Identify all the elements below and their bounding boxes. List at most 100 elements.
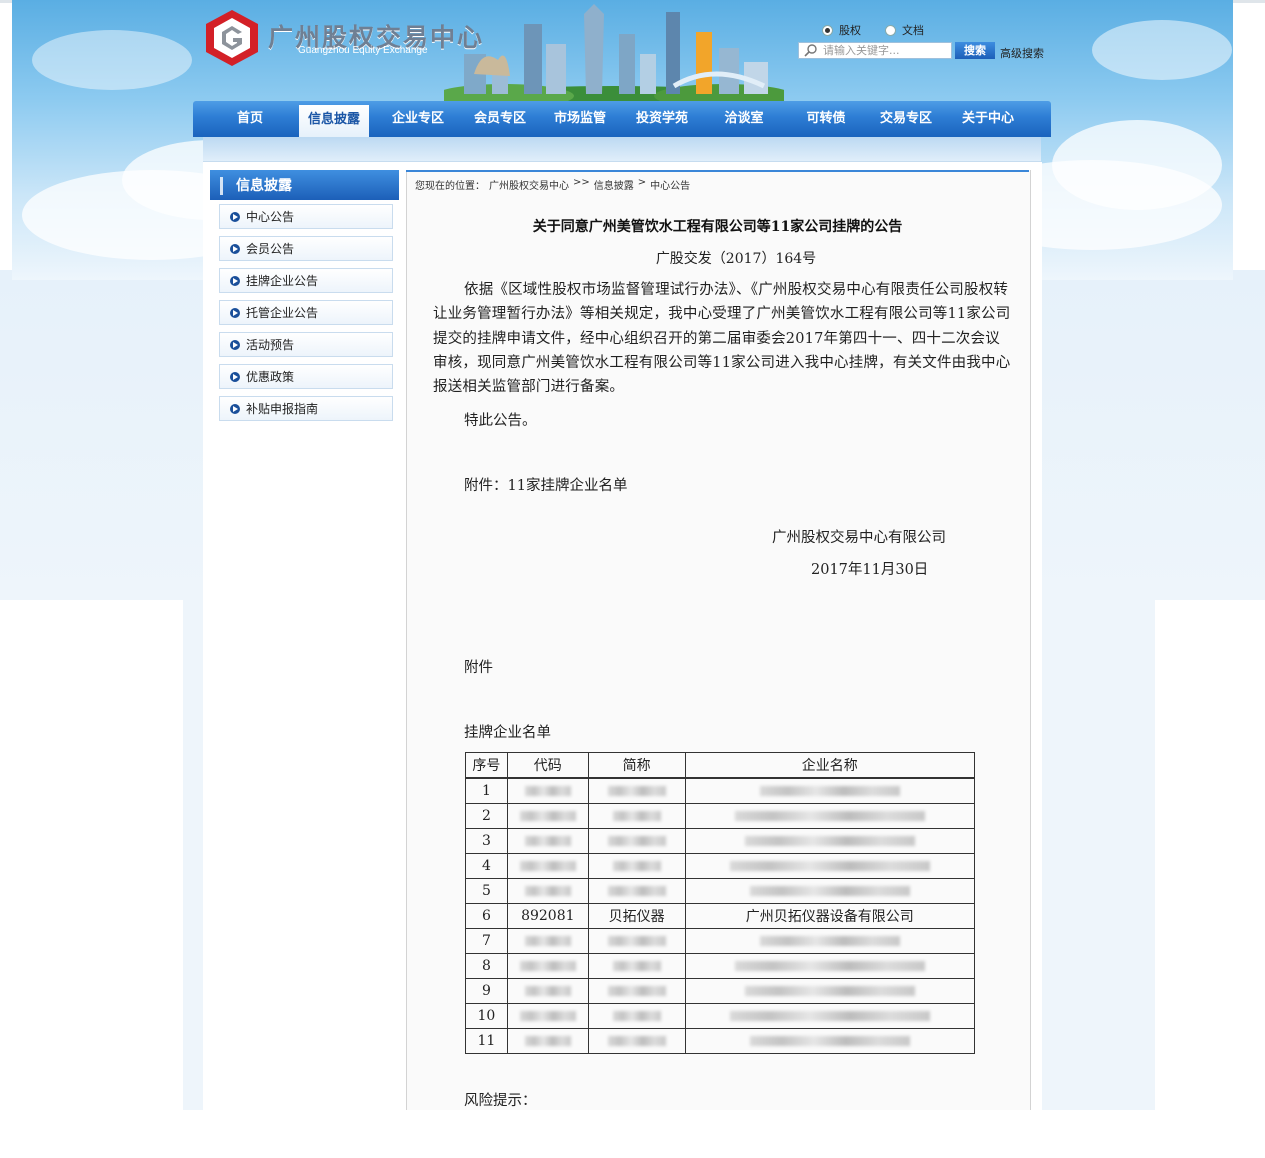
nav-enterprise[interactable]: 企业专区 [383, 101, 453, 137]
redacted-blur [607, 836, 666, 846]
table-cell-short-name [587, 928, 686, 954]
arrow-bullet-icon [230, 339, 240, 350]
sub-nav-bar [203, 137, 1041, 162]
advanced-search-link[interactable]: 高级搜索 [1000, 45, 1044, 61]
nav-info-disclosure[interactable]: 信息披露 [299, 105, 369, 137]
table-cell-short-name [587, 953, 686, 979]
table-cell-no: 5 [465, 878, 508, 904]
article-title: 关于同意广州美管饮水工程有限公司等11家公司挂牌的公告 [532, 219, 903, 235]
radio-equity-label: 股权 [839, 24, 861, 37]
breadcrumb-separator: >> [573, 177, 590, 188]
table-cell-short-name [587, 803, 686, 829]
table-cell-company-name [684, 1028, 975, 1054]
nav-member[interactable]: 会员专区 [465, 101, 535, 137]
redacted-blur [519, 861, 576, 871]
search-input[interactable]: 请输入关键字... [798, 42, 952, 59]
nav-market-supervision[interactable]: 市场监管 [545, 101, 615, 137]
redacted-blur [744, 986, 915, 996]
table-cell-code [506, 777, 589, 804]
table-cell-no: 3 [465, 828, 508, 854]
article-notice: 特此公告。 [464, 413, 537, 429]
table-cell-company-name [684, 953, 975, 979]
redacted-blur [759, 936, 900, 946]
table-cell-short-name [587, 1028, 686, 1054]
table-cell-no: 6 [465, 903, 508, 929]
table-cell-short-name [587, 978, 686, 1004]
article-doc-number: 广股交发（2017）164号 [655, 251, 817, 267]
sidebar-item-label: 活动预告 [246, 338, 295, 352]
city-skyline-illustration [444, 4, 784, 102]
nav-convertible-bond[interactable]: 可转债 [791, 101, 861, 137]
side-panel-left [183, 600, 203, 1110]
table-row: 6 892081 贝拓仪器 广州贝拓仪器设备有限公司 [465, 903, 975, 929]
redacted-blur [524, 986, 571, 996]
redacted-blur [607, 936, 666, 946]
list-heading: 挂牌企业名单 [464, 725, 551, 741]
nav-home[interactable]: 首页 [223, 101, 277, 137]
breadcrumb-info-disclosure[interactable]: 信息披露 [594, 177, 634, 192]
radio-docs[interactable]: 文档 [885, 22, 924, 38]
table-row: 11 [465, 1028, 975, 1054]
sidebar-item-label: 补贴申报指南 [246, 402, 319, 416]
table-cell-short-name: 贝拓仪器 [587, 903, 686, 929]
redacted-blur [607, 786, 666, 796]
table-cell-no: 4 [465, 853, 508, 879]
nav-trading-zone[interactable]: 交易专区 [871, 101, 941, 137]
breadcrumb: 您现在的位置： 广州股权交易中心 >> 信息披露 > 中心公告 [415, 177, 690, 192]
table-cell-company-name [684, 978, 975, 1004]
table-cell-no: 2 [465, 803, 508, 829]
table-cell-company-name [684, 1003, 975, 1029]
table-row: 8 [465, 953, 975, 979]
redacted-blur [607, 1036, 666, 1046]
logo-icon[interactable] [204, 8, 260, 68]
sidebar-item-label: 优惠政策 [246, 370, 295, 384]
sidebar-item-custody-notice[interactable]: 托管企业公告 [219, 300, 393, 325]
sidebar-item-center-notice[interactable]: 中心公告 [219, 204, 393, 229]
sidebar-item-listed-notice[interactable]: 挂牌企业公告 [219, 268, 393, 293]
search-button[interactable]: 搜索 [955, 42, 995, 59]
table-row: 9 [465, 978, 975, 1004]
radio-checked-icon [822, 24, 833, 36]
sidebar-item-label: 中心公告 [246, 210, 295, 224]
sidebar-item-event-preview[interactable]: 活动预告 [219, 332, 393, 357]
radio-unchecked-icon [885, 24, 896, 36]
sidebar-item-label: 会员公告 [246, 242, 295, 256]
article-date: 2017年11月30日 [811, 562, 929, 578]
breadcrumb-center-notice[interactable]: 中心公告 [650, 177, 690, 192]
sidebar-item-label: 挂牌企业公告 [246, 274, 319, 288]
table-cell-company-name [684, 853, 975, 879]
table-cell-short-name [587, 878, 686, 904]
table-cell-no: 9 [465, 978, 508, 1004]
sidebar-item-member-notice[interactable]: 会员公告 [219, 236, 393, 261]
table-cell-code [506, 878, 589, 904]
table-cell-code [506, 853, 589, 879]
main-nav: 首页 信息披露 企业专区 会员专区 市场监管 投资学苑 洽谈室 可转债 交易专区… [193, 101, 1051, 137]
table-cell-company-name [684, 828, 975, 854]
search-type-selector: 股权 文档 [822, 22, 924, 38]
arrow-bullet-icon [230, 371, 240, 382]
sidebar-item-policies[interactable]: 优惠政策 [219, 364, 393, 389]
risk-warning: 风险提示： [464, 1093, 537, 1109]
radio-equity[interactable]: 股权 [822, 22, 861, 38]
breadcrumb-separator: > [637, 177, 647, 188]
redacted-blur [607, 886, 666, 896]
nav-investor-academy[interactable]: 投资学苑 [627, 101, 697, 137]
redacted-blur [734, 961, 925, 971]
redacted-blur [729, 861, 930, 871]
sidebar-item-subsidy-guide[interactable]: 补贴申报指南 [219, 396, 393, 421]
redacted-blur [612, 961, 661, 971]
table-cell-company-name [684, 777, 975, 804]
redacted-blur [519, 811, 576, 821]
nav-meeting-room[interactable]: 洽谈室 [709, 101, 779, 137]
nav-about[interactable]: 关于中心 [953, 101, 1023, 137]
arrow-bullet-icon [230, 211, 240, 222]
redacted-blur [524, 886, 571, 896]
table-cell-no: 7 [465, 928, 508, 954]
radio-docs-label: 文档 [902, 24, 924, 37]
table-cell-code [506, 828, 589, 854]
table-cell-code [506, 928, 589, 954]
table-cell-code [506, 803, 589, 829]
breadcrumb-home[interactable]: 广州股权交易中心 [489, 177, 569, 192]
table-cell-code [506, 978, 589, 1004]
redacted-blur [519, 1011, 576, 1021]
